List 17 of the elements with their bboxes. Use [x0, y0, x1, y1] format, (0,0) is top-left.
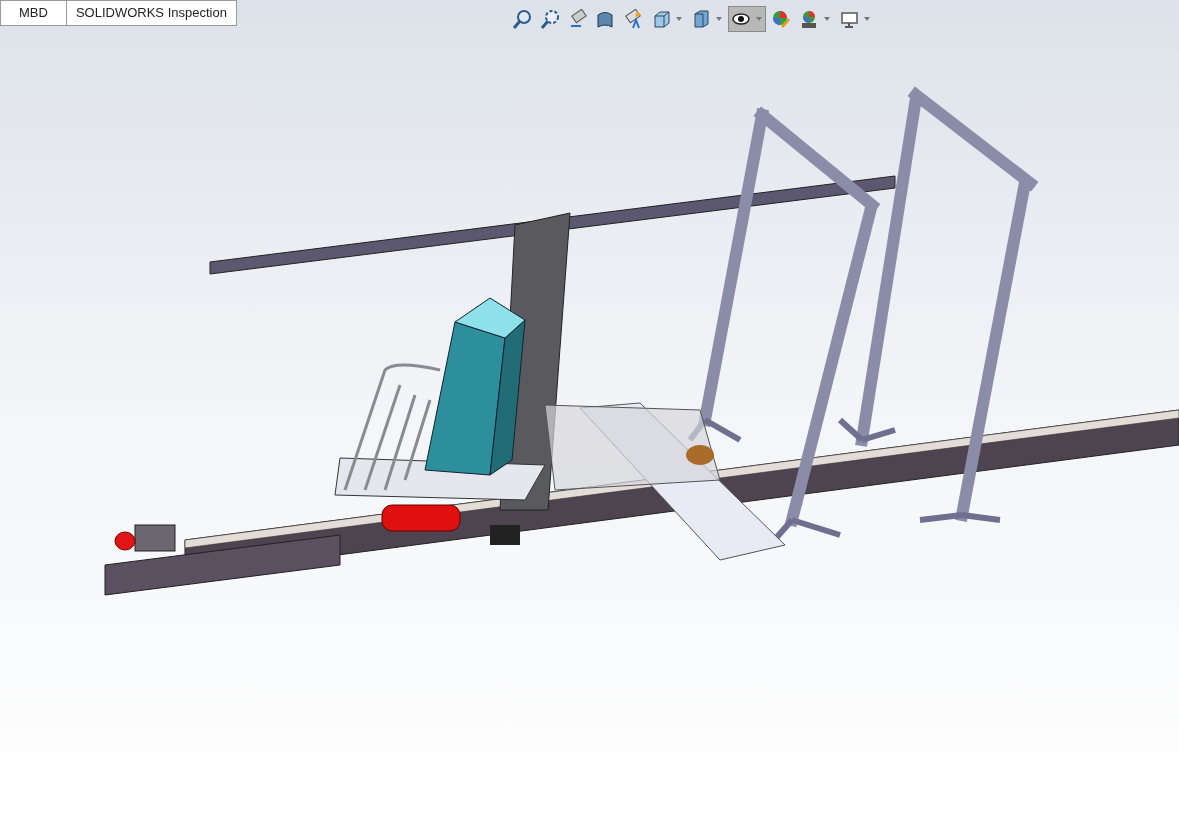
- monitor-icon: [839, 9, 859, 29]
- tab[interactable]: SOLIDWORKS Inspection: [65, 0, 237, 26]
- scene-ball-icon: [799, 9, 819, 29]
- cube-icon: [651, 9, 671, 29]
- toolbar-button[interactable]: [728, 6, 766, 32]
- caret-icon[interactable]: [864, 17, 870, 21]
- caret-icon[interactable]: [716, 17, 722, 21]
- color-ball-pencil-icon: [771, 9, 791, 29]
- section-view-icon: [595, 9, 615, 29]
- caret-icon[interactable]: [676, 17, 682, 21]
- zoom-to-fit-icon: [511, 9, 531, 29]
- tab[interactable]: MBD: [0, 0, 67, 26]
- zoom-area-icon: [539, 9, 559, 29]
- caret-icon[interactable]: [756, 17, 762, 21]
- shaded-box-icon: [691, 9, 711, 29]
- caret-icon[interactable]: [824, 17, 830, 21]
- annotation-icon: [623, 9, 643, 29]
